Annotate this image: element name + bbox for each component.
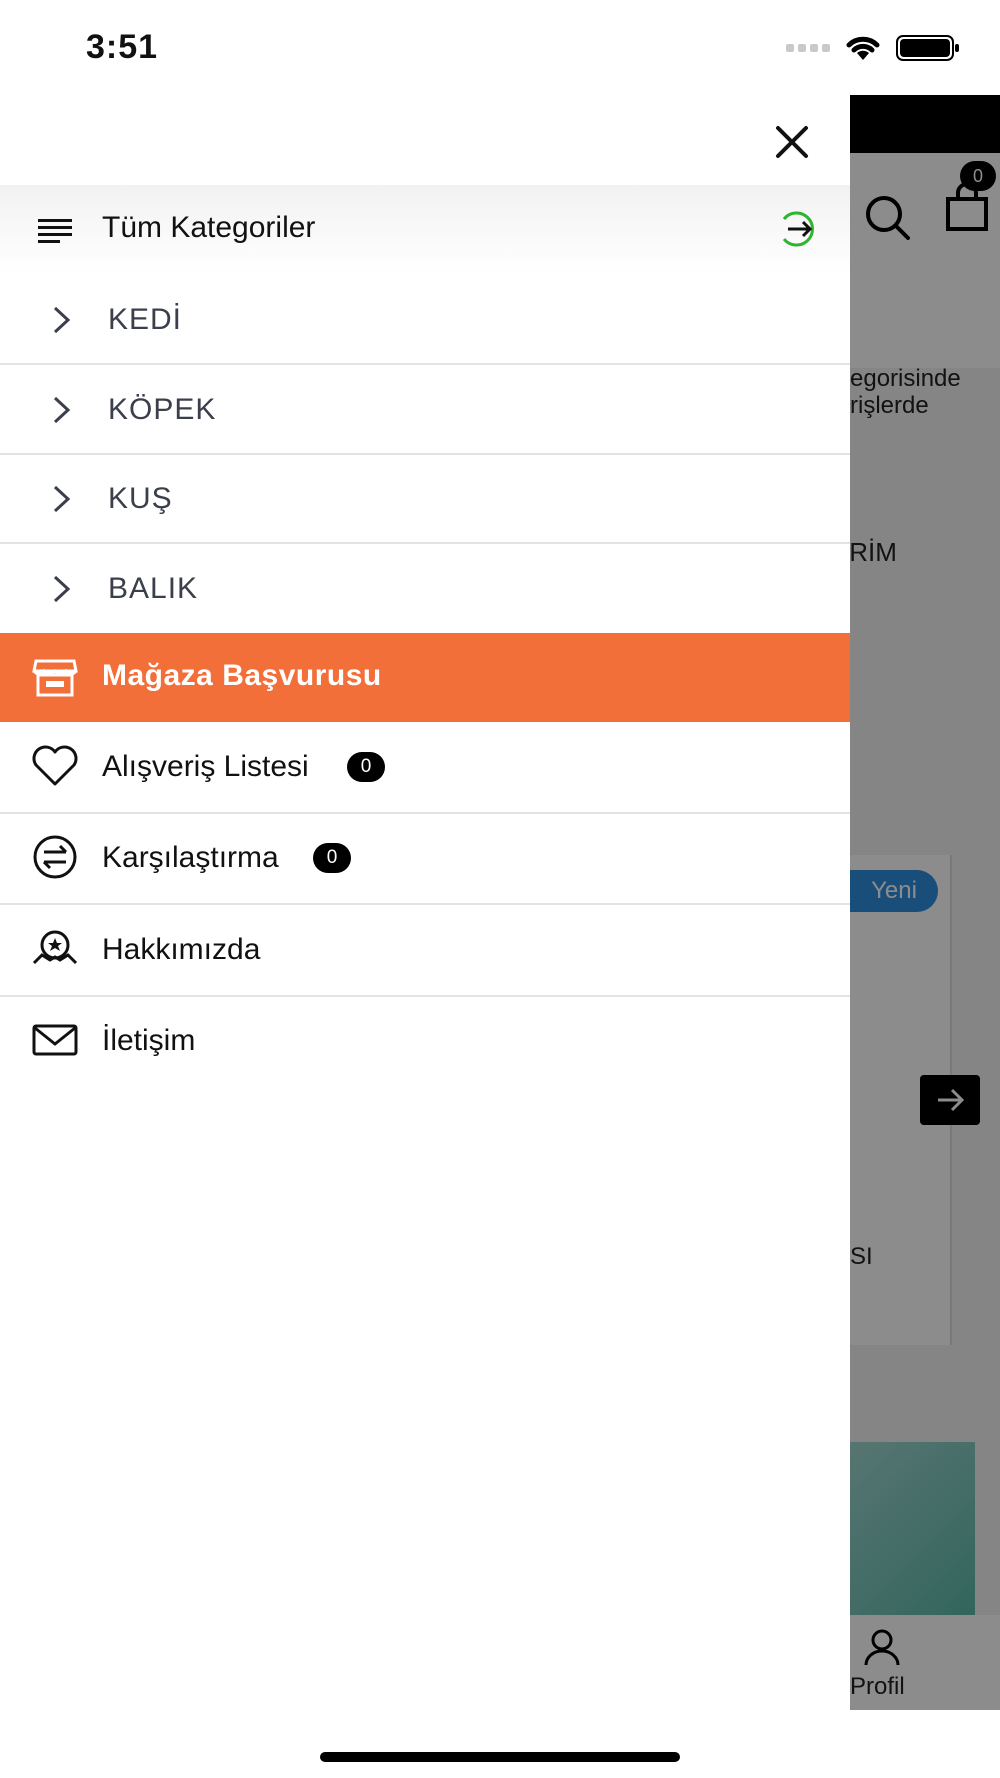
side-drawer: Tüm Kategoriler KEDİ KÖPEK KUŞ BALIK Mağ… [0, 95, 850, 1710]
heart-icon [32, 745, 78, 786]
menu-lines-icon [38, 219, 72, 243]
category-item-kus[interactable]: KUŞ [0, 454, 850, 544]
contact-label: İletişim [102, 1024, 196, 1057]
category-label: KEDİ [108, 303, 183, 336]
status-icons [786, 34, 960, 62]
close-icon[interactable] [770, 120, 814, 164]
chevron-right-icon [53, 575, 71, 603]
store-application-label: Mağaza Başvurusu [102, 659, 382, 692]
category-item-kopek[interactable]: KÖPEK [0, 365, 850, 455]
category-label: BALIK [108, 572, 199, 605]
chevron-right-icon [53, 306, 71, 334]
about-label: Hakkımızda [102, 933, 261, 966]
shopping-list-label: Alışveriş Listesi [102, 750, 309, 783]
overlay-dim[interactable] [850, 95, 1000, 1710]
chevron-right-icon [53, 396, 71, 424]
all-categories-label: Tüm Kategoriler [102, 211, 316, 244]
category-label: KUŞ [108, 482, 173, 515]
compare-link[interactable]: Karşılaştırma 0 [0, 813, 850, 905]
all-categories-header[interactable]: Tüm Kategoriler [0, 185, 850, 275]
status-time: 3:51 [86, 28, 159, 66]
shopping-list-count-badge: 0 [347, 752, 385, 782]
category-label: KÖPEK [108, 393, 217, 426]
shopping-list-link[interactable]: Alışveriş Listesi 0 [0, 722, 850, 814]
about-link[interactable]: Hakkımızda [0, 905, 850, 997]
login-arrow-icon[interactable] [776, 211, 820, 247]
chevron-right-icon [53, 485, 71, 513]
category-item-kedi[interactable]: KEDİ [0, 275, 850, 365]
compare-icon [33, 835, 77, 879]
wifi-icon [846, 36, 880, 60]
about-icon [32, 930, 78, 965]
mail-icon [32, 1024, 78, 1056]
background-app: 0 egorisinde rişlerde İRİM Yeni SI Profi… [850, 95, 1000, 1710]
cellular-signal-icon [786, 44, 830, 52]
store-application-button[interactable]: Mağaza Başvurusu [0, 633, 850, 722]
home-indicator[interactable] [320, 1752, 680, 1762]
contact-link[interactable]: İletişim [0, 996, 850, 1086]
compare-count-badge: 0 [313, 843, 351, 873]
battery-icon [896, 35, 959, 61]
compare-label: Karşılaştırma [102, 841, 279, 874]
category-item-balik[interactable]: BALIK [0, 544, 850, 632]
shop-icon [32, 659, 78, 697]
status-bar: 3:51 [0, 0, 1000, 95]
